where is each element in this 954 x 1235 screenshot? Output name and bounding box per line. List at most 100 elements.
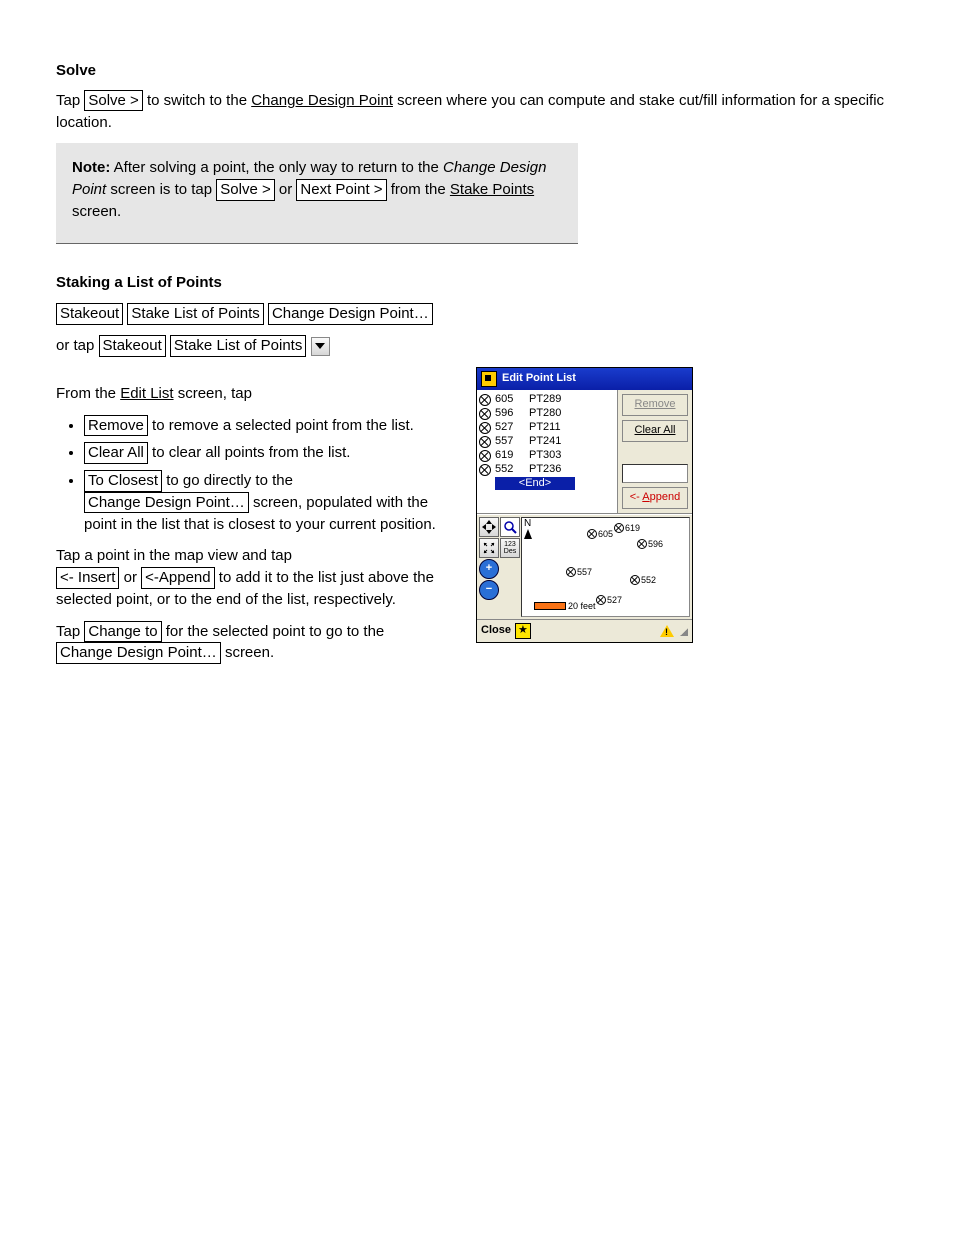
text: screen is to tap — [110, 181, 216, 198]
design-tool-icon[interactable]: 123Des — [500, 538, 520, 558]
list-item: 605PT289 — [477, 392, 617, 406]
point-icon — [479, 422, 491, 434]
text: to remove a selected point from the list… — [152, 417, 414, 434]
solve-button[interactable]: Solve > — [216, 179, 274, 201]
text: Tap a point in the map view and tap — [56, 547, 292, 564]
text: to switch to the — [147, 92, 251, 109]
point-label: 552 — [641, 574, 656, 587]
stakeout-menu[interactable]: Stakeout — [56, 303, 123, 325]
change-design-point-button[interactable]: Change Design Point… — [56, 642, 221, 664]
map-point[interactable]: 552 — [630, 574, 656, 587]
change-design-point-button[interactable]: Change Design Point… — [84, 492, 249, 514]
pan-tool-icon[interactable] — [479, 517, 499, 537]
text: or — [279, 181, 297, 198]
edit-point-list-window: Edit Point List 605PT289 596PT280 527PT2… — [476, 367, 693, 643]
change-to-para: Tap Change to for the selected point to … — [56, 621, 436, 665]
stake-list-heading: Staking a List of Points — [56, 272, 898, 294]
scale-bar-icon — [534, 602, 566, 610]
zoom-extents-icon[interactable] — [479, 538, 499, 558]
to-closest-button[interactable]: To Closest — [84, 470, 162, 492]
zoom-out-icon[interactable]: − — [479, 580, 499, 600]
map-view[interactable]: N 619 605 596 557 552 527 20 feet — [521, 517, 690, 617]
app-icon — [481, 371, 497, 387]
end-marker: <End> — [495, 477, 575, 490]
note-label: Note: — [72, 159, 110, 176]
point-icon — [587, 529, 597, 539]
status-bar: Close ★ — [477, 619, 692, 642]
point-icon — [479, 450, 491, 462]
text: Tap — [56, 92, 84, 109]
remove-button[interactable]: Remove — [622, 394, 688, 416]
resize-grip-icon[interactable] — [678, 626, 688, 636]
point-label: 557 — [577, 566, 592, 579]
insert-button[interactable]: <- Insert — [56, 567, 119, 589]
list-item: 596PT280 — [477, 406, 617, 420]
map-point[interactable]: 619 — [614, 522, 640, 535]
point-icon — [479, 394, 491, 406]
menu-path: Stakeout Stake List of Points Change Des… — [56, 303, 898, 325]
point-label: 527 — [607, 594, 622, 607]
point-icon — [630, 575, 640, 585]
shortcut-path: or tap Stakeout Stake List of Points — [56, 335, 898, 357]
text: to clear all points from the list. — [152, 444, 350, 461]
point-list[interactable]: 605PT289 596PT280 527PT211 557PT241 619P… — [477, 390, 617, 513]
map-point[interactable]: 527 — [596, 594, 622, 607]
map-tool-palette: 123Des + − — [477, 515, 521, 619]
list-item: 527PT211 — [477, 420, 617, 434]
point-number: 552 — [495, 462, 529, 478]
solve-button[interactable]: Solve > — [84, 90, 142, 112]
point-icon — [637, 539, 647, 549]
dropdown-icon[interactable] — [311, 337, 330, 356]
close-button[interactable]: Close — [481, 623, 511, 639]
clear-all-button[interactable]: Clear All — [622, 420, 688, 442]
stake-list-menu[interactable]: Stake List of Points — [170, 335, 306, 357]
list-item: 552PT236 — [477, 462, 617, 476]
text: or tap — [56, 337, 99, 354]
text: Tap — [56, 623, 84, 640]
text: for the selected point to go to the — [166, 623, 384, 640]
point-icon — [479, 436, 491, 448]
list-item: 557PT241 — [477, 434, 617, 448]
change-to-button[interactable]: Change to — [84, 621, 161, 643]
text: to go directly to the — [166, 472, 293, 489]
note-box: Note: After solving a point, the only wa… — [56, 143, 578, 243]
text: from the — [391, 181, 450, 198]
page: Solve Tap Solve > to switch to the Chang… — [0, 0, 954, 774]
list-end-row[interactable]: <End> — [477, 476, 617, 490]
stake-points-link[interactable]: Stake Points — [450, 181, 534, 198]
map-point[interactable]: 557 — [566, 566, 592, 579]
map-point[interactable]: 605 — [587, 528, 613, 541]
change-design-point-menu[interactable]: Change Design Point… — [268, 303, 433, 325]
zoom-in-icon[interactable]: + — [479, 559, 499, 579]
change-design-point-link[interactable]: Change Design Point — [251, 92, 393, 109]
point-label: 605 — [598, 528, 613, 541]
edit-list-intro-pre: From the — [56, 385, 120, 402]
append-button[interactable]: <- Append — [622, 487, 688, 509]
scale-bar: 20 feet — [534, 600, 596, 613]
list-item: 619PT303 — [477, 448, 617, 462]
warning-icon[interactable] — [660, 624, 674, 638]
map-point[interactable]: 596 — [637, 538, 663, 551]
next-point-button[interactable]: Next Point > — [296, 179, 386, 201]
text: screen. — [225, 644, 274, 661]
stakeout-menu[interactable]: Stakeout — [99, 335, 166, 357]
text: or — [124, 569, 142, 586]
remove-button[interactable]: Remove — [84, 415, 148, 437]
clear-all-button[interactable]: Clear All — [84, 442, 148, 464]
solve-heading: Solve — [56, 60, 898, 82]
point-name: PT236 — [529, 462, 579, 478]
point-icon — [479, 408, 491, 420]
solve-paragraph: Tap Solve > to switch to the Change Desi… — [56, 90, 898, 134]
zoom-window-icon[interactable] — [500, 517, 520, 537]
stake-list-menu[interactable]: Stake List of Points — [127, 303, 263, 325]
edit-list-link[interactable]: Edit List — [120, 385, 173, 402]
point-icon — [566, 567, 576, 577]
list-buttons: Remove Clear All <- Append — [617, 390, 692, 513]
append-button[interactable]: <-Append — [141, 567, 214, 589]
favorite-icon[interactable]: ★ — [515, 623, 531, 639]
point-icon — [596, 595, 606, 605]
point-label: 596 — [648, 538, 663, 551]
point-input[interactable] — [622, 464, 688, 483]
point-icon — [479, 464, 491, 476]
edit-list-actions: Remove to remove a selected point from t… — [56, 415, 436, 536]
